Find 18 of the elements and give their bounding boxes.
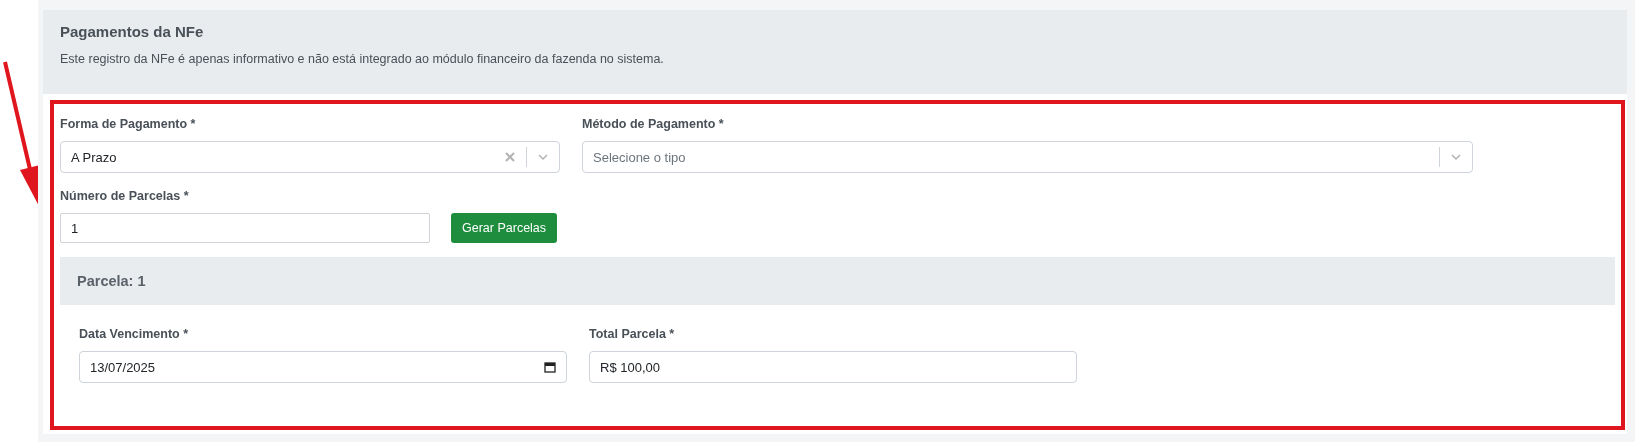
field-label: Número de Parcelas * (60, 189, 189, 203)
generate-button[interactable]: Gerar Parcelas (451, 213, 558, 243)
section-title: Parcela: 1 (77, 273, 146, 289)
date-field[interactable]: 13/07/2025 (79, 351, 567, 383)
field-label: Data Vencimento * (79, 327, 189, 341)
chevron-down-icon[interactable] (1450, 151, 1462, 163)
input-field[interactable]: R$ 100,00 (589, 351, 1077, 383)
clear-icon[interactable] (504, 151, 516, 163)
card-title: Pagamentos da NFe (60, 23, 204, 40)
calendar-icon[interactable] (544, 361, 556, 373)
field-label: Método de Pagamento * (582, 117, 724, 131)
chevron-down-icon[interactable] (537, 151, 549, 163)
field-label: Forma de Pagamento * (60, 117, 196, 131)
input-field[interactable]: 1 (60, 213, 430, 243)
field-label: Total Parcela * (589, 327, 675, 341)
select-field[interactable]: A Prazo (60, 141, 560, 173)
card-description: Este registro da NFe é apenas informativo e não está integrado ao módulo financeiro da fazenda no sistema. (60, 52, 664, 66)
select-field[interactable]: Selecione o tipo (582, 141, 1473, 173)
